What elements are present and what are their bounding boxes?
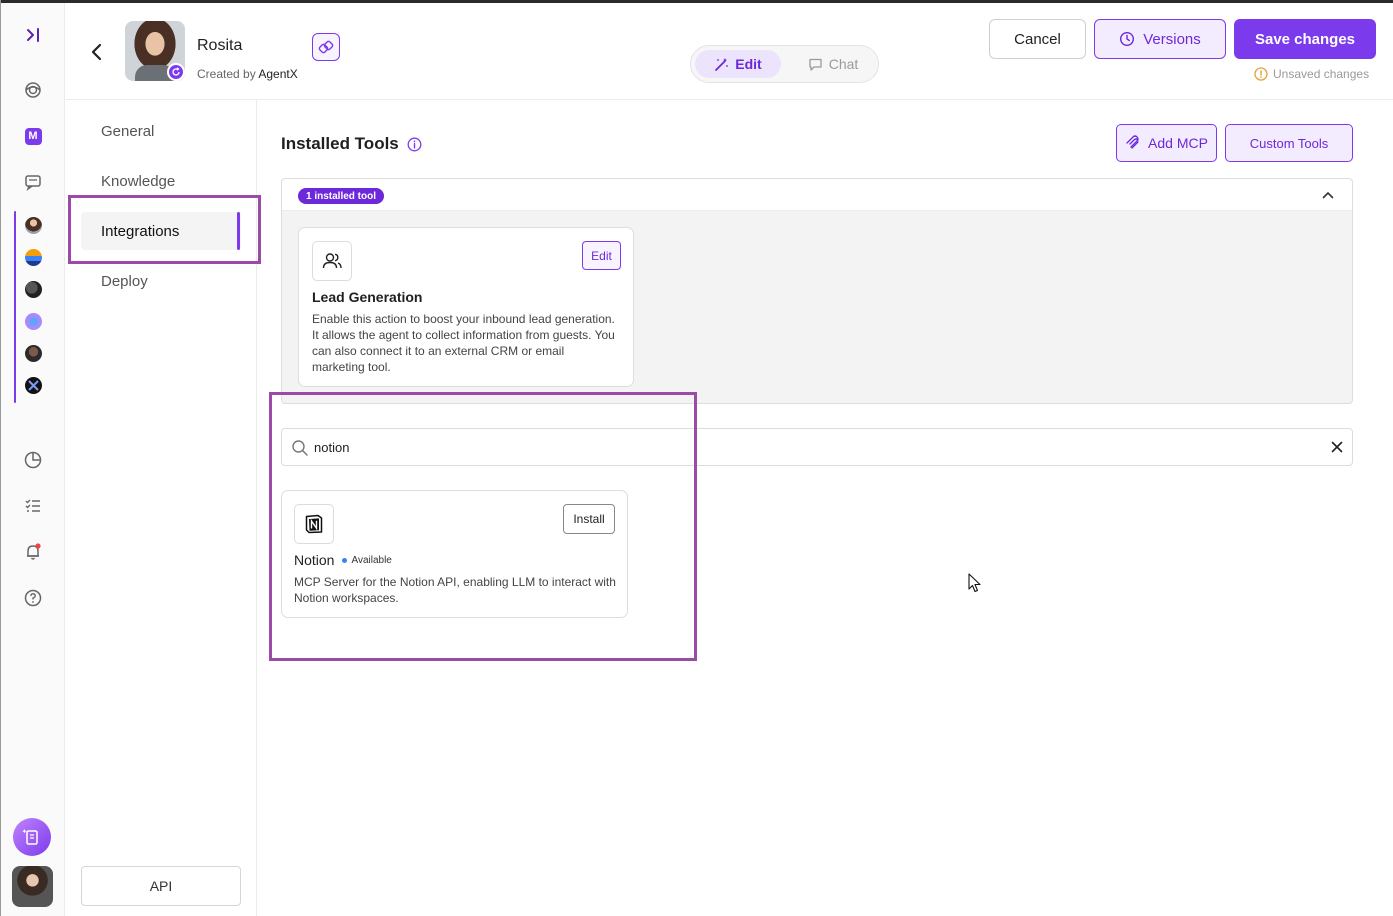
agent-name: Rosita [197,37,243,54]
installed-tools-title: Installed Tools [281,134,399,153]
unsaved-changes-indicator: Unsaved changes [1254,67,1369,81]
user-avatar[interactable] [12,866,53,907]
agent-header: Rosita Created by AgentX Edit Chat Cance… [66,3,1393,100]
nav-item-knowledge[interactable]: Knowledge [101,173,175,190]
users-icon [312,241,352,281]
created-by-name: AgentX [258,67,298,81]
installed-tools-heading: Installed Tools [281,134,422,154]
share-link-button[interactable] [312,33,340,61]
agent-avatar-rosita[interactable] [25,217,42,234]
agents-group-indicator [14,211,16,403]
tool-description: Enable this action to boost your inbound… [312,312,615,374]
expand-sidebar-icon[interactable] [21,23,45,47]
task-list-icon[interactable] [21,494,45,518]
agent-avatar-5[interactable] [25,345,42,362]
settings-nav: General Knowledge Integrations Deploy AP… [66,100,261,916]
notion-icon [294,504,334,544]
help-icon[interactable] [21,586,45,610]
nav-item-general[interactable]: General [101,123,154,140]
created-by-prefix: Created by [197,67,256,81]
assistant-launcher-icon[interactable] [13,818,51,856]
notification-bell-icon[interactable] [21,540,45,564]
unsaved-changes-text: Unsaved changes [1273,67,1370,81]
m-logo-icon[interactable]: M [21,124,45,148]
agent-avatar-x[interactable] [25,377,42,394]
nav-item-deploy[interactable]: Deploy [101,273,148,290]
installed-tool-card: Edit Lead Generation Enable this action … [298,227,634,387]
agent-avatar-3[interactable] [25,281,42,298]
chevron-left-icon [91,43,102,61]
mcp-icon [1126,135,1139,149]
chat-bubble-icon [809,58,822,71]
link-icon [318,40,334,54]
installed-tools-panel-header[interactable]: 1 installed tool [282,179,1352,211]
versions-button[interactable]: Versions [1094,19,1226,59]
installed-count-badge: 1 installed tool [298,188,385,204]
clear-search-button[interactable] [1329,439,1345,455]
status-text: Available [351,554,392,566]
install-button[interactable]: Install [563,504,615,534]
installed-tools-panel: 1 installed tool Edit Lead Generation En… [281,178,1353,404]
magic-wand-icon [715,57,729,71]
app-rail: M [1,3,65,916]
custom-tools-button[interactable]: Custom Tools [1225,124,1353,162]
mode-edit-label: Edit [735,56,762,72]
mouse-cursor-icon [968,573,981,593]
integrations-panel: Installed Tools Add MCP Custom Tools 1 i… [258,100,1393,916]
edit-tool-button[interactable]: Edit [582,241,621,270]
tool-name: Lead Generation [312,289,423,305]
close-icon [1331,441,1343,453]
result-description: MCP Server for the Notion API, enabling … [294,575,616,605]
chevron-up-icon [1322,191,1334,199]
refresh-badge-icon [167,63,185,81]
mode-chat-label: Chat [828,56,859,72]
search-result-card: Install Notion Available MCP Server for … [281,490,628,618]
analytics-pie-icon[interactable] [21,448,45,472]
search-input[interactable] [314,429,1314,465]
mode-chat-tab[interactable]: Chat [791,50,875,78]
chat-bubbles-icon[interactable] [21,170,45,194]
add-mcp-label: Add MCP [1148,135,1208,151]
info-warning-icon [1254,67,1268,81]
versions-label: Versions [1143,30,1201,48]
info-icon[interactable] [407,137,422,152]
search-icon [292,440,308,456]
api-button[interactable]: API [81,866,241,906]
back-button[interactable] [87,41,105,63]
agent-avatar-4[interactable] [25,313,42,330]
spiral-icon[interactable] [21,78,45,102]
result-title: Notion Available [294,552,392,568]
save-changes-button[interactable]: Save changes [1234,19,1376,59]
nav-item-integrations[interactable]: Integrations [101,223,179,240]
agent-avatar-2[interactable] [25,249,42,266]
collapse-button[interactable] [1320,187,1336,203]
mode-toggle: Edit Chat [690,45,879,83]
add-mcp-button[interactable]: Add MCP [1116,124,1217,162]
result-name: Notion [294,552,335,568]
status-dot [342,557,348,563]
cancel-button[interactable]: Cancel [989,19,1086,59]
created-by: Created by AgentX [197,67,298,81]
tool-search-box [281,428,1353,466]
clock-icon [1120,31,1135,47]
nav-active-indicator [237,212,240,250]
mode-edit-tab[interactable]: Edit [695,50,781,78]
status-badge: Available [342,554,392,566]
